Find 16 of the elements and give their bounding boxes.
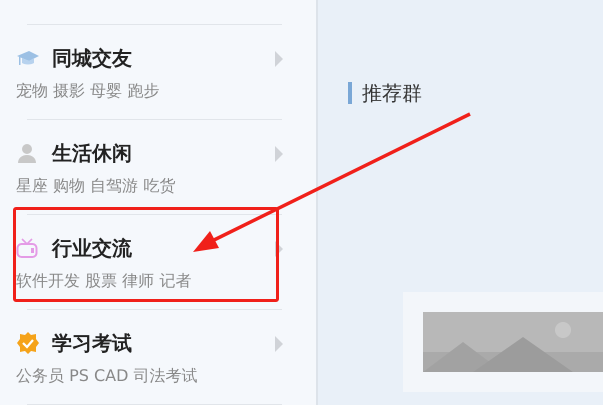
- category-tags: 星座 购物 自驾游 吃货: [16, 176, 316, 197]
- category-title[interactable]: 同城交友: [52, 44, 132, 72]
- category-tags: 宠物 摄影 母婴 跑步: [16, 81, 316, 102]
- heading-accent-bar: [348, 82, 352, 104]
- graduation-cap-icon: [16, 48, 40, 68]
- group-card[interactable]: [403, 292, 603, 392]
- category-title[interactable]: 学习考试: [52, 330, 132, 356]
- category-title[interactable]: 生活休闲: [52, 140, 132, 166]
- tv-icon: [16, 237, 38, 259]
- category-tags: 公务员 PS CAD 司法考试: [16, 366, 316, 387]
- chevron-right-icon[interactable]: [274, 240, 284, 258]
- check-badge-icon: [16, 331, 40, 355]
- person-icon: [16, 142, 38, 164]
- category-title[interactable]: 行业交流: [52, 234, 132, 262]
- category-tags: 软件开发 股票 律师 记者: [16, 271, 316, 292]
- section-heading: 推荐群: [362, 80, 422, 106]
